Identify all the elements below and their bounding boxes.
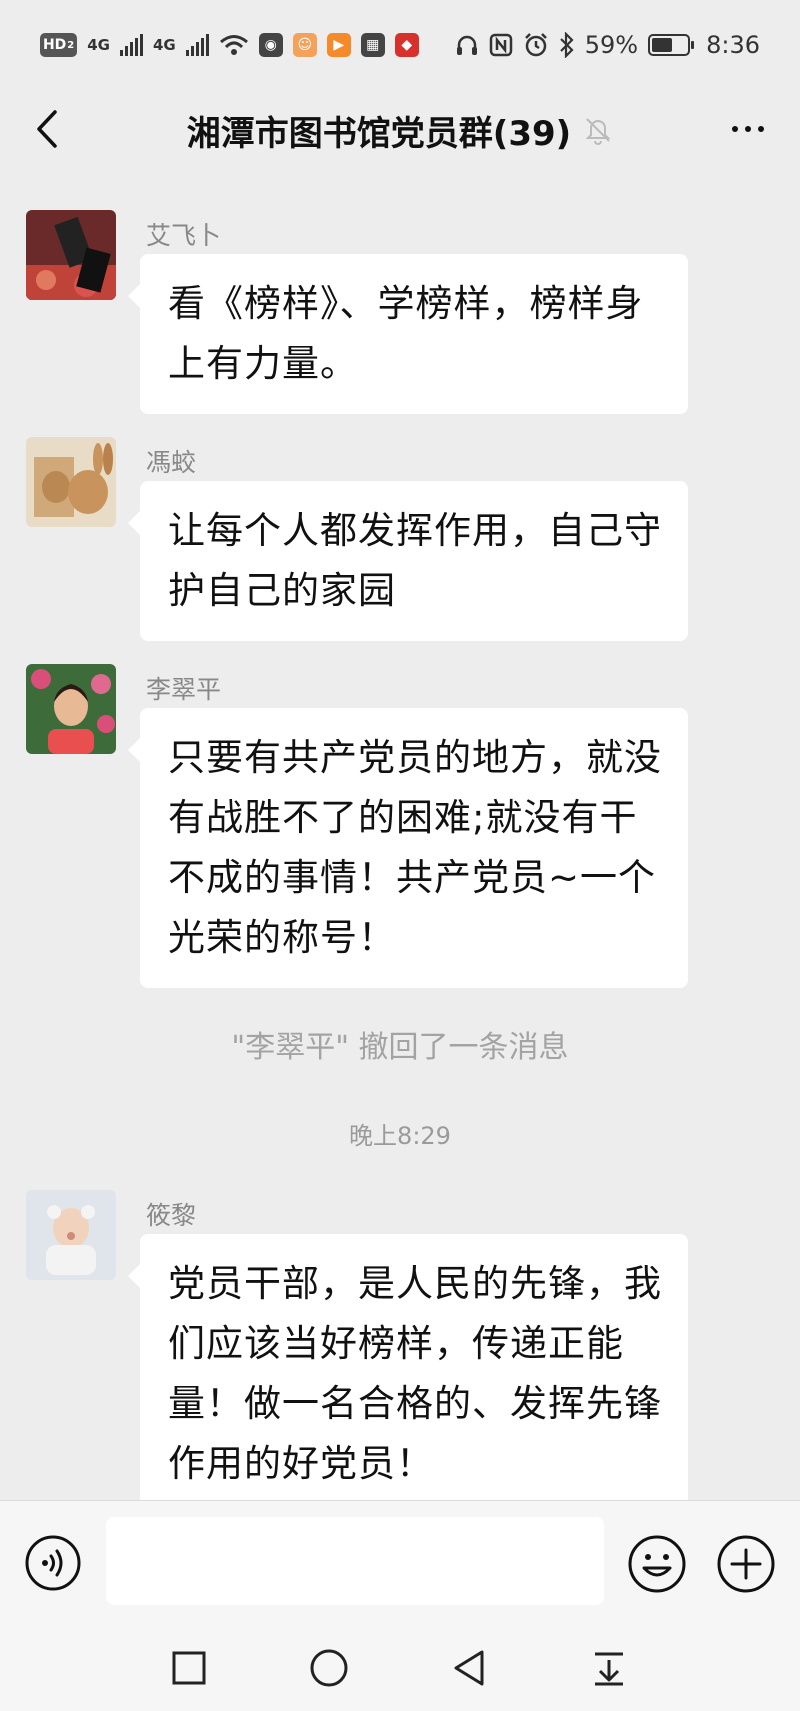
calendar-icon: ▦ xyxy=(360,33,385,57)
triangle-back-icon xyxy=(454,1650,484,1686)
system-nav-bar xyxy=(0,1625,800,1711)
title-bar: 湘潭市图书馆党员群(39) xyxy=(0,90,800,170)
sender-name: 筱黎 xyxy=(146,1201,197,1230)
network-type-1: 4G xyxy=(87,36,110,54)
input-bar xyxy=(0,1500,800,1625)
message-bubble[interactable]: 看《榜样》、学榜样，榜样身上有力量。 xyxy=(128,254,688,414)
message-bubble[interactable]: 让每个人都发挥作用，自己守护自己的家园 xyxy=(128,481,688,641)
message-bubble[interactable]: 党员干部，是人民的先锋，我们应该当好榜样，传递正能量！做一名合格的、发挥先锋作用… xyxy=(128,1234,688,1514)
more-options-button[interactable] xyxy=(718,104,778,154)
video-play-icon: ▶ xyxy=(326,33,351,57)
clock: 8:36 xyxy=(706,31,760,59)
game-controller-icon: ◉ xyxy=(258,33,283,57)
cat-app-icon: ☺ xyxy=(292,33,317,57)
back-button[interactable] xyxy=(22,104,72,154)
avatar[interactable] xyxy=(26,1190,116,1280)
chevron-left-icon xyxy=(37,110,57,148)
voice-icon xyxy=(25,1535,81,1591)
sender-name: 艾飞卜 xyxy=(146,221,222,250)
message-input[interactable] xyxy=(106,1517,604,1605)
network-type-2: 4G xyxy=(153,36,176,54)
recall-notice: "李翠平" 撤回了一条消息 xyxy=(231,1030,569,1065)
chat-history[interactable]: 艾飞卜 看《榜样》、学榜样，榜样身上有力量。 馮蛟 让每个人都发挥作用，自己守护… xyxy=(0,170,800,1514)
voice-input-button[interactable] xyxy=(24,1534,82,1592)
message-bubble[interactable]: 只要有共产党员的地方，就没有战胜不了的困难;就没有干不成的事情！共产党员~一个光… xyxy=(128,708,688,988)
sender-name: 馮蛟 xyxy=(146,448,197,477)
square-icon xyxy=(172,1651,206,1685)
back-nav-button[interactable] xyxy=(444,1643,494,1693)
circle-icon xyxy=(310,1649,348,1687)
headphones-icon xyxy=(456,35,477,55)
time-divider: 晚上8:29 xyxy=(349,1122,451,1150)
notification-pull-button[interactable] xyxy=(584,1643,634,1693)
avatar[interactable] xyxy=(26,437,116,527)
wifi-icon xyxy=(219,35,248,55)
home-button[interactable] xyxy=(304,1643,354,1693)
battery-percent: 59% xyxy=(584,31,639,59)
chat-title: 湘潭市图书馆党员群(39) xyxy=(186,113,572,154)
hd-badge: HD 2 xyxy=(39,33,78,57)
smiley-icon xyxy=(628,1535,686,1593)
signal-icon xyxy=(120,34,143,56)
alarm-icon xyxy=(524,33,547,57)
avatar[interactable] xyxy=(26,664,116,754)
mute-bell-icon xyxy=(583,115,613,145)
more-actions-button[interactable] xyxy=(716,1534,776,1594)
signal-icon-2 xyxy=(185,34,209,56)
pull-down-icon xyxy=(595,1652,623,1686)
plus-circle-icon xyxy=(717,1535,775,1593)
status-bar: HD 2 4G 4G ◉ ☺ ▶ ▦ ◆ 59% 8:36 xyxy=(0,0,800,90)
bluetooth-icon xyxy=(559,32,574,58)
nfc-icon xyxy=(489,33,512,57)
red-app-icon: ◆ xyxy=(394,33,419,57)
sender-name: 李翠平 xyxy=(146,675,222,704)
recent-apps-button[interactable] xyxy=(164,1643,214,1693)
battery-icon xyxy=(648,34,695,56)
avatar[interactable] xyxy=(26,210,116,300)
emoji-button[interactable] xyxy=(627,1534,687,1594)
